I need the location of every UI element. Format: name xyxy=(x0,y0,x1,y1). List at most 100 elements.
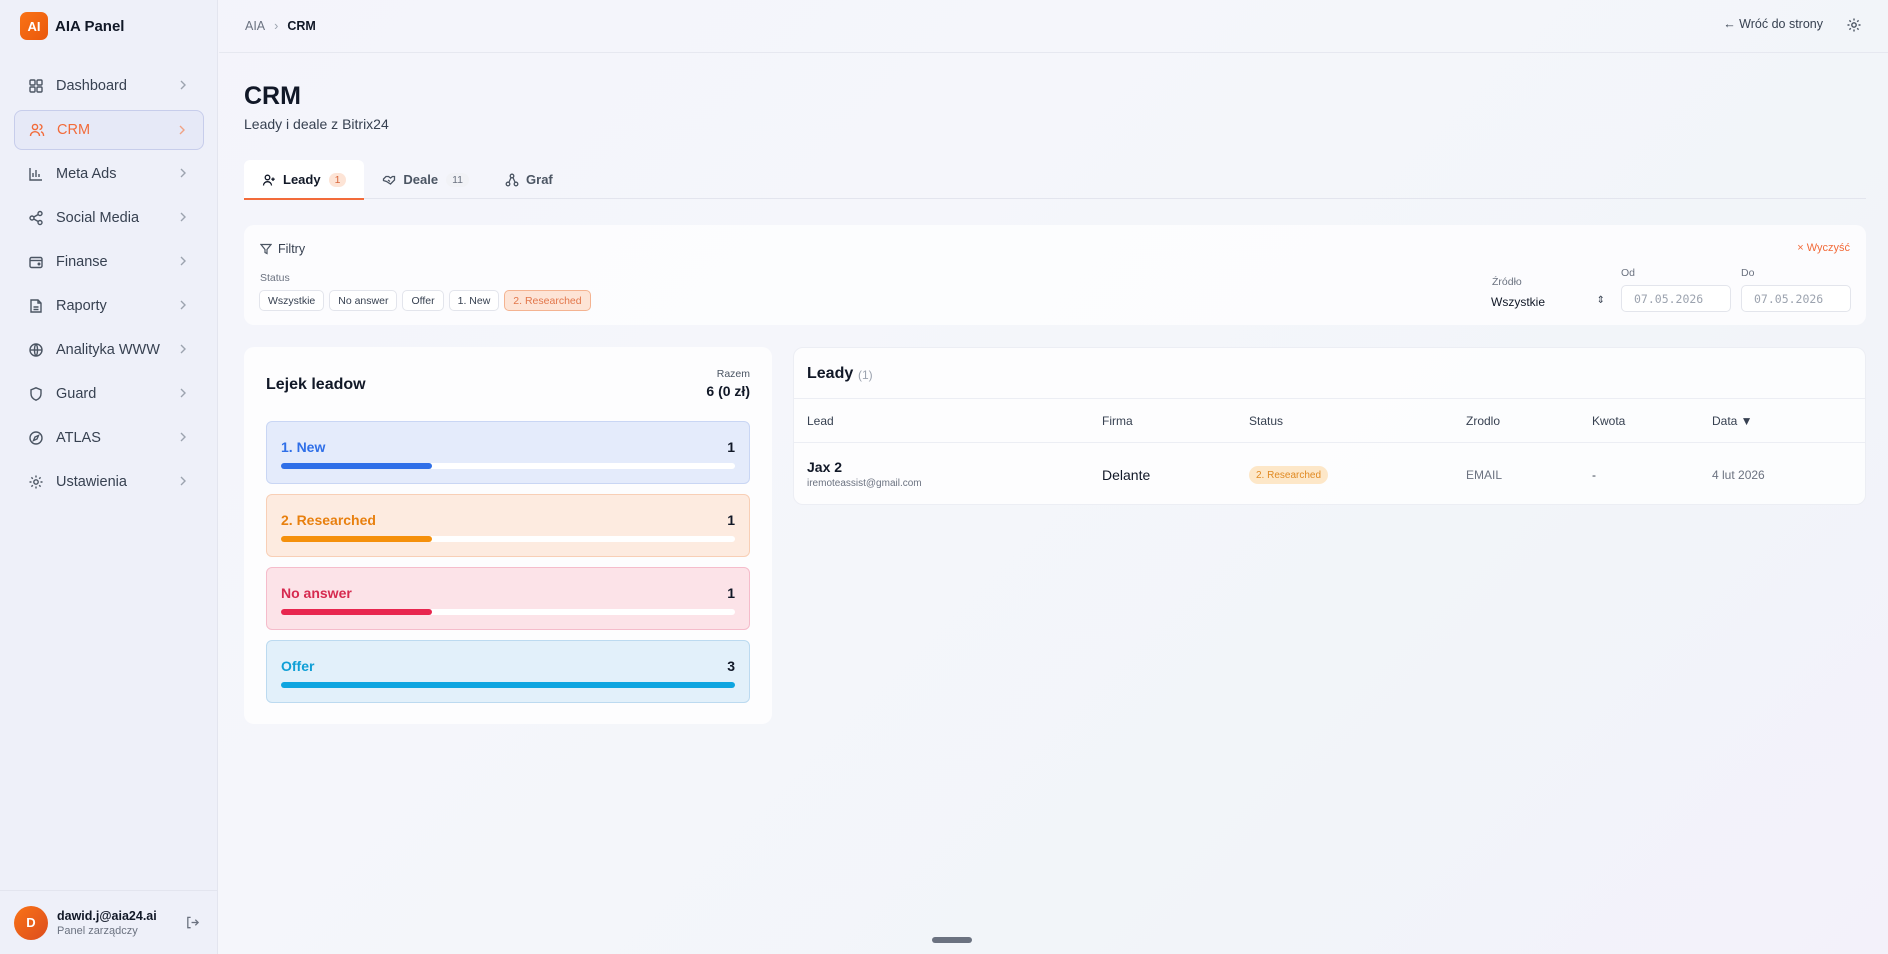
date-to-input[interactable]: 07.05.2026 xyxy=(1741,285,1851,312)
status-filter-label: Status xyxy=(260,272,290,284)
logout-icon[interactable] xyxy=(185,915,200,930)
funnel-stage-count: 1 xyxy=(727,439,735,455)
funnel-stage-new[interactable]: 1. New 1 xyxy=(266,421,750,484)
column-header-firma[interactable]: Firma xyxy=(1102,414,1133,428)
funnel-stage-no-answer[interactable]: No answer 1 xyxy=(266,567,750,630)
brand-logo: AI xyxy=(20,12,48,40)
sidebar-item-label: Ustawienia xyxy=(56,474,127,490)
filters-title-label: Filtry xyxy=(278,242,306,256)
funnel-stage-bar xyxy=(281,682,735,688)
status-chip-researched[interactable]: 2. Researched xyxy=(504,290,591,311)
sidebar-item-raporty[interactable]: Raporty xyxy=(14,286,204,326)
funnel-stage-bar xyxy=(281,609,433,615)
column-header-zrodlo[interactable]: Zrodlo xyxy=(1466,414,1500,428)
sidebar-item-crm[interactable]: CRM xyxy=(14,110,204,150)
clear-filters-button[interactable]: × Wyczyść xyxy=(1797,242,1850,254)
lead-email: iremoteassist@gmail.com xyxy=(807,478,922,489)
back-to-site-link[interactable]: ← Wróć do strony xyxy=(1723,17,1823,31)
sidebar-item-label: Guard xyxy=(56,386,97,402)
sidebar-item-analityka-www[interactable]: Analityka WWW xyxy=(14,330,204,370)
funnel-stage-researched[interactable]: 2. Researched 1 xyxy=(266,494,750,557)
column-header-status[interactable]: Status xyxy=(1249,414,1283,428)
sidebar-item-label: Dashboard xyxy=(56,78,127,94)
sidebar: AI AIA Panel Dashboard CRM Meta Ads Soci… xyxy=(0,0,218,954)
chevron-right-icon xyxy=(180,212,186,222)
tab-count-badge: 11 xyxy=(446,172,470,187)
source-select[interactable]: Wszystkie ⇕ xyxy=(1491,292,1611,312)
funnel-stage-track xyxy=(281,536,735,542)
tabs: Leady 1 Deale 11 Graf xyxy=(244,160,1866,200)
funnel-stage-label: No answer xyxy=(281,585,352,601)
funnel-stage-count: 1 xyxy=(727,585,735,601)
tab-deale[interactable]: Deale 11 xyxy=(364,160,487,199)
users-icon xyxy=(29,123,45,137)
sidebar-item-label: CRM xyxy=(57,122,91,138)
sidebar-item-label: Meta Ads xyxy=(56,166,117,182)
tab-label: Deale xyxy=(403,172,439,187)
user-plus-icon xyxy=(262,174,275,186)
gear-icon xyxy=(29,475,43,489)
column-header-lead[interactable]: Lead xyxy=(807,414,834,428)
funnel-total-label: Razem xyxy=(716,368,750,380)
lead-amount: - xyxy=(1592,468,1596,482)
leads-table-title: Leady xyxy=(807,365,854,382)
globe-icon xyxy=(29,343,43,357)
brand[interactable]: AI AIA Panel xyxy=(0,0,217,52)
select-arrows-icon: ⇕ xyxy=(1596,295,1605,306)
tab-leady[interactable]: Leady 1 xyxy=(244,160,365,200)
lead-date: 4 lut 2026 xyxy=(1712,468,1765,482)
chevron-right-icon xyxy=(180,476,186,486)
sidebar-item-label: Finanse xyxy=(56,254,108,270)
status-badge: 2. Researched xyxy=(1249,466,1329,484)
source-select-value: Wszystkie xyxy=(1491,295,1545,309)
sidebar-item-atlas[interactable]: ATLAS xyxy=(14,418,204,458)
sidebar-item-finanse[interactable]: Finanse xyxy=(14,242,204,282)
topbar: AIA › CRM ← Wróć do strony xyxy=(219,0,1888,53)
source-filter-label: Źródło xyxy=(1492,276,1522,288)
column-header-data[interactable]: Data ▼ xyxy=(1712,414,1753,428)
table-row[interactable]: Jax 2 iremoteassist@gmail.com Delante 2.… xyxy=(794,443,1865,505)
tab-graf[interactable]: Graf xyxy=(487,160,571,199)
scroll-handle[interactable] xyxy=(932,937,972,943)
chevron-right-icon xyxy=(180,256,186,266)
funnel-stage-label: 2. Researched xyxy=(281,512,376,528)
sidebar-item-ustawienia[interactable]: Ustawienia xyxy=(14,462,204,502)
sidebar-item-guard[interactable]: Guard xyxy=(14,374,204,414)
user-profile[interactable]: D dawid.j@aia24.ai Panel zarządczy xyxy=(0,890,218,954)
sidebar-item-social-media[interactable]: Social Media xyxy=(14,198,204,238)
lead-source: EMAIL xyxy=(1466,468,1503,482)
avatar: D xyxy=(14,905,48,940)
chevron-right-icon xyxy=(179,125,185,135)
funnel-stage-offer[interactable]: Offer 3 xyxy=(266,640,750,703)
funnel-title: Lejek leadow xyxy=(266,376,366,393)
bar-chart-icon xyxy=(29,168,42,181)
date-to-label: Do xyxy=(1741,267,1755,279)
sidebar-item-label: Raporty xyxy=(56,298,107,314)
status-chip-new[interactable]: 1. New xyxy=(448,290,500,311)
date-from-label: Od xyxy=(1621,267,1636,279)
shield-icon xyxy=(30,387,42,401)
sidebar-item-label: Analityka WWW xyxy=(56,342,160,358)
gear-icon[interactable] xyxy=(1846,17,1862,33)
date-from-input[interactable]: 07.05.2026 xyxy=(1621,285,1731,312)
network-icon xyxy=(505,173,519,186)
chevron-right-icon xyxy=(180,80,186,90)
status-chip-no-answer[interactable]: No answer xyxy=(329,290,398,311)
leads-count: (1) xyxy=(858,368,873,382)
breadcrumb-root[interactable]: AIA xyxy=(245,19,265,33)
status-chip-wszystkie[interactable]: Wszystkie xyxy=(259,290,325,311)
funnel-stage-label: Offer xyxy=(281,658,315,674)
sidebar-item-label: Social Media xyxy=(56,210,140,226)
column-header-kwota[interactable]: Kwota xyxy=(1592,414,1625,428)
report-icon xyxy=(30,299,42,313)
breadcrumb-separator-icon: › xyxy=(274,19,279,33)
filters-panel: Filtry × Wyczyść Status Wszystkie No ans… xyxy=(244,225,1866,325)
chevron-right-icon xyxy=(180,344,186,354)
sidebar-item-dashboard[interactable]: Dashboard xyxy=(14,66,204,106)
page-title: CRM xyxy=(244,82,301,110)
page-subtitle: Leady i deale z Bitrix24 xyxy=(244,116,389,132)
status-chip-offer[interactable]: Offer xyxy=(402,290,444,311)
sidebar-item-meta-ads[interactable]: Meta Ads xyxy=(14,154,204,194)
funnel-stage-track xyxy=(281,463,735,469)
leads-table-card: Leady (1) Lead Firma Status Zrodlo Kwota… xyxy=(793,347,1866,505)
